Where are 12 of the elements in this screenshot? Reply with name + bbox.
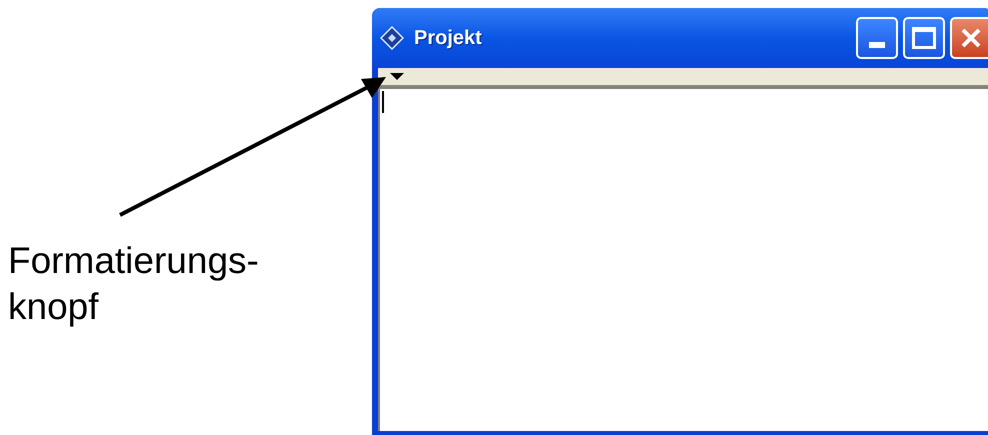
- maximize-button[interactable]: [903, 17, 945, 59]
- format-button[interactable]: [390, 72, 404, 80]
- minimize-icon: [869, 42, 885, 48]
- close-button[interactable]: [950, 17, 988, 59]
- annotation-label: Formatierungs- knopf: [8, 239, 259, 329]
- window-title: Projekt: [414, 26, 482, 51]
- diamond-icon: [380, 26, 404, 50]
- close-icon: [960, 27, 982, 49]
- minimize-button[interactable]: [856, 17, 898, 59]
- maximize-icon: [912, 27, 936, 49]
- triangle-icon: [390, 72, 404, 80]
- text-cursor: [382, 91, 384, 113]
